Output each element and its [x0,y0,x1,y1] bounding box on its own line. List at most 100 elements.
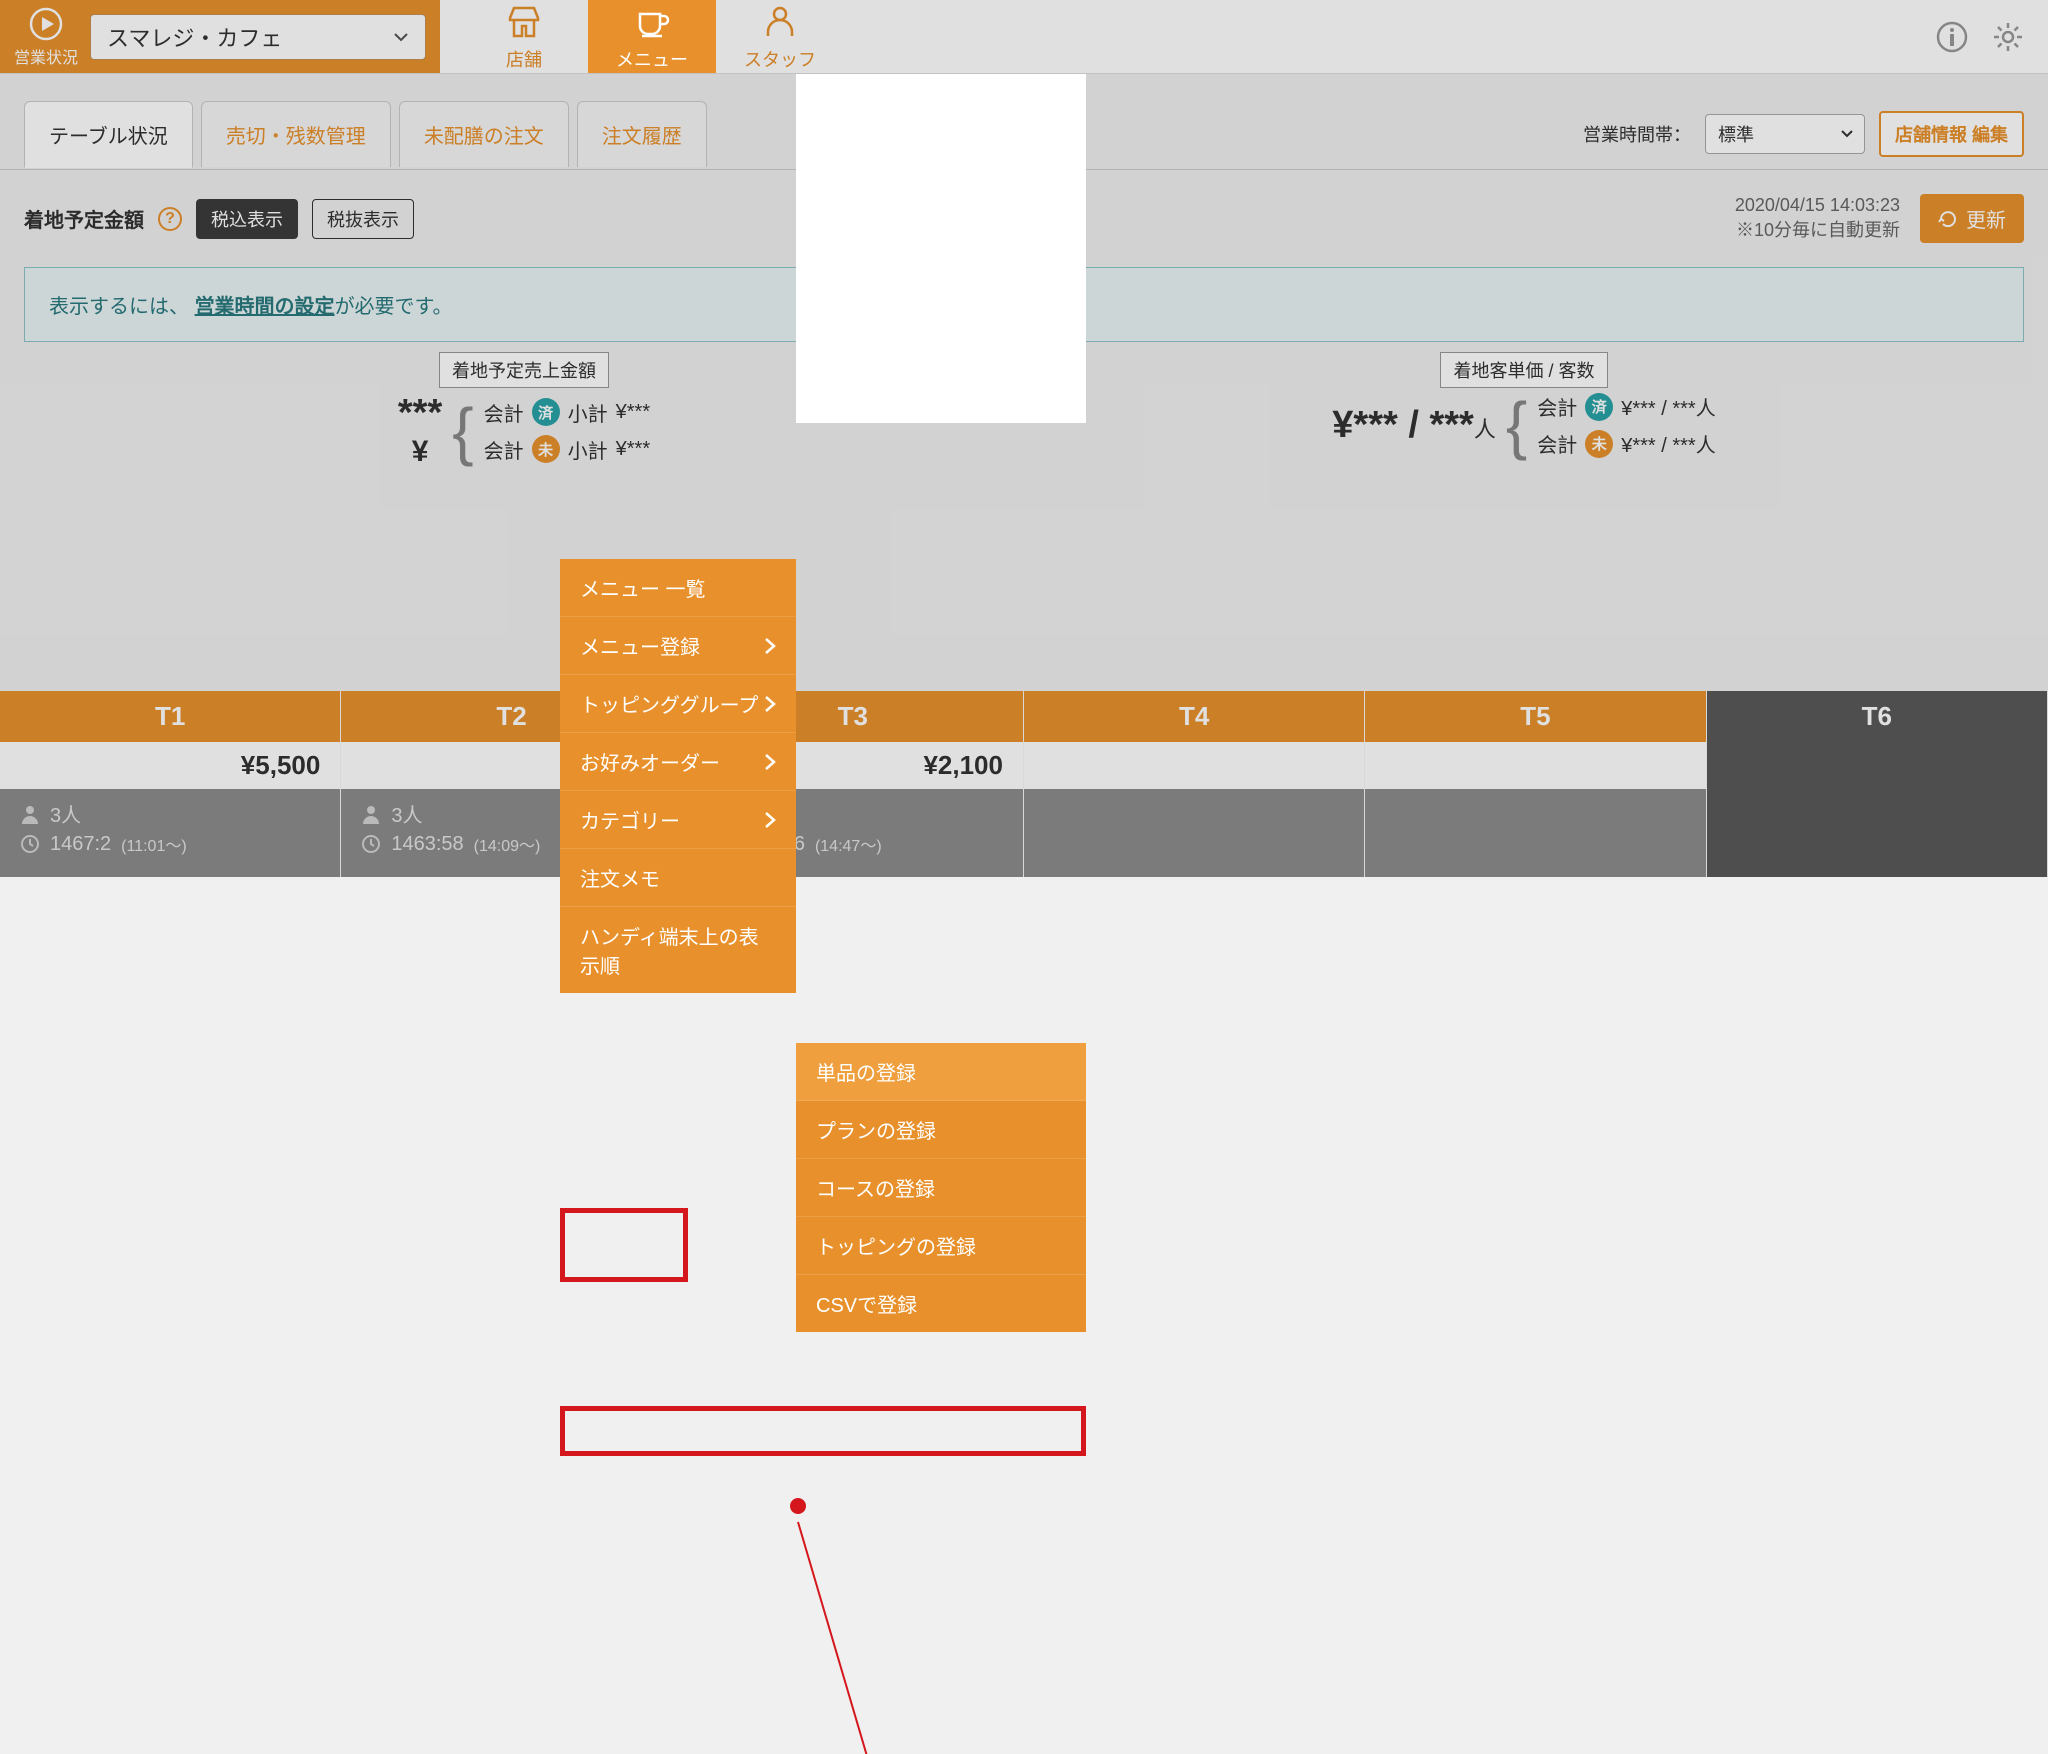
menu-item-topping-group[interactable]: トッピンググループ [560,675,796,733]
nav-staff[interactable]: スタッフ [716,0,844,73]
annotation-line [0,1348,2048,1754]
tab-table-status-label: テーブル状況 [49,126,168,148]
business-hours-settings-link[interactable]: 営業時間の設定 [195,296,335,318]
business-hours-label: 営業時間帯： [1583,121,1691,147]
brace-icon: { [1506,393,1527,457]
annotation-dot [790,1498,806,1514]
table-price [1365,742,1705,789]
menu-item-category[interactable]: カテゴリー [560,791,796,849]
business-hours-value: 標準 [1718,121,1754,147]
pending-badge: 未 [1585,430,1613,458]
table-time: (14:09～) [474,832,541,856]
person-icon [361,804,381,824]
menu-item-topping-group-label: トッピンググループ [580,689,758,718]
table-price [1707,742,2047,789]
chevron-down-icon [1840,127,1854,141]
cup-icon [632,2,672,42]
menu-item-custom-order-label: お好みオーダー [580,747,720,776]
submenu-course[interactable]: コースの登録 [796,1159,1086,1217]
subtotal-done-label: 会計 [484,398,524,427]
subtotal2-pend-value: ¥*** / ***人 [1621,429,1716,458]
subtotal-done-text: 小計 [568,398,608,427]
table-price: ¥5,500 [0,742,340,789]
submenu-topping-label: トッピングの登録 [816,1231,976,1260]
table-order: 1467:2 [50,833,111,856]
table-name: T1 [0,691,340,742]
chevron-down-icon [393,29,409,45]
tax-included-label: 税込表示 [211,210,283,230]
table-order: 1463:58 [391,833,463,856]
nav-menu[interactable]: メニュー [588,0,716,73]
chevron-right-icon [764,695,776,713]
tab-undelivered[interactable]: 未配膳の注文 [399,101,569,167]
tax-excluded-label: 税抜表示 [327,210,399,230]
table-time: (14:47～) [815,832,882,856]
menu-item-handy-order-label: ハンディ端末上の表示順 [580,921,776,979]
landing-sales-value: *** [398,392,442,435]
nav-menu-label: メニュー [616,46,688,72]
help-icon[interactable]: ? [158,207,182,231]
tab-history[interactable]: 注文履歴 [577,101,707,167]
submenu-plan[interactable]: プランの登録 [796,1101,1086,1159]
tab-history-label: 注文履歴 [602,126,682,148]
info-button[interactable] [1932,17,1972,57]
tab-undelivered-label: 未配膳の注文 [424,126,544,148]
annotation-highlight-nav [560,1208,688,1282]
edit-store-info-button[interactable]: 店舗情報 編集 [1879,111,2024,157]
menu-item-list[interactable]: メニュー 一覧 [560,559,796,617]
clock-icon [361,834,381,854]
landing-sales-yen: ¥ [398,435,442,469]
menu-item-register[interactable]: メニュー登録 [560,617,796,675]
edit-store-info-label: 店舗情報 編集 [1895,125,2008,145]
menu-item-order-memo[interactable]: 注文メモ [560,849,796,907]
table-card-t5[interactable]: T5 [1365,691,1706,877]
chevron-right-icon [764,637,776,655]
landing-amount-label: 着地予定金額 [24,204,144,233]
table-name: T5 [1365,691,1705,742]
settings-button[interactable] [1988,17,2028,57]
table-name: T6 [1707,691,2047,742]
store-icon [504,2,544,42]
staff-icon [760,2,800,42]
table-name: T4 [1024,691,1364,742]
info-banner-suffix: が必要です。 [335,296,453,318]
menu-item-list-label: メニュー 一覧 [580,573,706,602]
menu-item-category-label: カテゴリー [580,805,680,834]
tax-included-toggle[interactable]: 税込表示 [196,199,298,239]
business-hours-select[interactable]: 標準 [1705,114,1865,154]
gear-icon [1991,20,2025,54]
pending-badge: 未 [532,435,560,463]
menu-register-submenu: 単品の登録 プランの登録 コースの登録 トッピングの登録 CSVで登録 [796,1043,1086,1332]
landing-sales-title: 着地予定売上金額 [439,352,609,388]
submenu-single-item[interactable]: 単品の登録 [796,1043,1086,1101]
nav-store[interactable]: 店舗 [460,0,588,73]
store-name: スマレジ・カフェ [107,21,282,53]
menu-item-custom-order[interactable]: お好みオーダー [560,733,796,791]
table-time: (11:01～) [121,832,187,856]
table-card-t6[interactable]: T6 [1707,691,2048,877]
info-icon [1935,20,1969,54]
subtotal2-done-label: 会計 [1537,392,1577,421]
submenu-csv[interactable]: CSVで登録 [796,1275,1086,1332]
business-status-button[interactable]: 営業状況 [14,6,78,68]
clock-icon [20,834,40,854]
table-people: 3人 [391,799,422,828]
chevron-right-icon [764,753,776,771]
annotation-highlight-submenu [560,1406,1086,1456]
last-update-timestamp: 2020/04/15 14:03:23 [1735,195,1900,216]
menu-item-handy-order[interactable]: ハンディ端末上の表示順 [560,907,796,993]
submenu-topping[interactable]: トッピングの登録 [796,1217,1086,1275]
menu-item-order-memo-label: 注文メモ [580,863,660,892]
table-card-t4[interactable]: T4 [1024,691,1365,877]
tax-excluded-toggle[interactable]: 税抜表示 [312,199,414,239]
submenu-single-item-label: 単品の登録 [816,1057,916,1086]
subtotal-done-value: ¥*** [616,401,650,424]
refresh-button[interactable]: 更新 [1920,194,2024,243]
subtotal2-done-value: ¥*** / ***人 [1621,392,1716,421]
table-card-t1[interactable]: T1 ¥5,500 3人 1467:2(11:01～) [0,691,341,877]
tab-table-status[interactable]: テーブル状況 [24,101,193,168]
tab-soldout[interactable]: 売切・残数管理 [201,101,391,167]
subtotal-pend-value: ¥*** [616,438,650,461]
landing-unitprice-unit: 人 [1474,417,1496,442]
store-select[interactable]: スマレジ・カフェ [90,14,426,60]
